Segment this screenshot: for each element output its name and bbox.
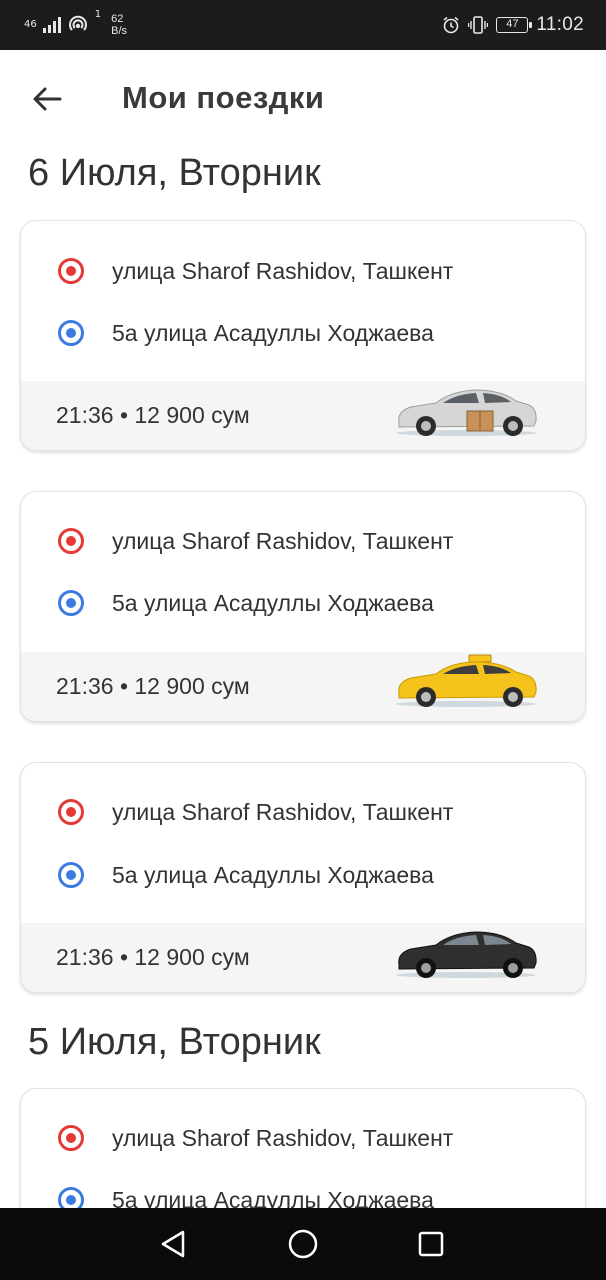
arrow-left-icon [33, 87, 62, 111]
nav-home-button[interactable] [285, 1226, 321, 1262]
signal-sub: 1 [94, 9, 102, 20]
origin-target-icon [58, 258, 84, 284]
yellow-taxi-car-icon [396, 654, 537, 707]
trip-time-price: 21:36 • 12 900 сум [56, 673, 250, 699]
destination-row: 5а улица Асадуллы Ходжаева [21, 855, 585, 895]
destination-address: 5а улица Асадуллы Ходжаева [112, 861, 434, 888]
destination-target-icon [58, 320, 84, 346]
origin-row: улица Sharof Rashidov, Ташкент [21, 1118, 585, 1158]
destination-row: 5а улица Асадуллы Ходжаева [21, 313, 585, 353]
origin-row: улица Sharof Rashidov, Ташкент [21, 792, 585, 832]
trip-footer: 21:36 • 12 900 сум [21, 923, 585, 992]
app-header: Мои поездки [0, 50, 606, 150]
status-bar-right: 47 11:02 [442, 8, 584, 42]
page-title: Мои поездки [122, 80, 325, 115]
trip-card[interactable]: улица Sharof Rashidov, Ташкент 5а улица … [20, 762, 586, 993]
origin-target-icon [58, 528, 84, 554]
system-nav-bar [0, 1208, 606, 1280]
wifi-hotspot-icon [68, 15, 87, 31]
destination-target-icon [58, 590, 84, 616]
nav-home-icon [288, 1229, 318, 1259]
cell-signal-icon [42, 17, 61, 33]
vibrate-icon [468, 16, 489, 34]
status-bar: 46 1 62 B/s 47 11:02 [0, 0, 606, 50]
status-bar-left: 46 1 62 B/s [24, 8, 127, 42]
silver-delivery-car-icon [396, 389, 537, 436]
origin-address: улица Sharof Rashidov, Ташкент [112, 798, 454, 825]
back-button[interactable] [26, 78, 68, 120]
trip-time-price: 21:36 • 12 900 сум [56, 944, 250, 970]
trip-time-price: 21:36 • 12 900 сум [56, 402, 250, 428]
speed-value: 62 [111, 13, 124, 25]
origin-row: улица Sharof Rashidov, Ташкент [21, 251, 585, 291]
destination-address: 5а улица Асадуллы Ходжаева [112, 589, 434, 616]
trip-card[interactable]: улица Sharof Rashidov, Ташкент 5а улица … [20, 491, 586, 722]
origin-target-icon [58, 799, 84, 825]
network-type: 46 [24, 19, 37, 30]
battery-icon: 47 [496, 17, 533, 33]
origin-address: улица Sharof Rashidov, Ташкент [112, 1124, 454, 1151]
origin-address: улица Sharof Rashidov, Ташкент [112, 257, 454, 284]
trip-card[interactable]: улица Sharof Rashidov, Ташкент 5а улица … [20, 220, 586, 451]
network-speed: 62 B/s [111, 13, 127, 37]
speed-unit: B/s [111, 25, 128, 37]
destination-target-icon [58, 862, 84, 888]
origin-address: улица Sharof Rashidov, Ташкент [112, 527, 454, 554]
nav-back-button[interactable] [155, 1226, 191, 1262]
origin-row: улица Sharof Rashidov, Ташкент [21, 521, 585, 561]
destination-address: 5а улица Асадуллы Ходжаева [112, 319, 434, 346]
destination-row: 5а улица Асадуллы Ходжаева [21, 583, 585, 623]
trip-footer: 21:36 • 12 900 сум [21, 652, 585, 721]
nav-back-icon [161, 1230, 185, 1258]
battery-level: 47 [506, 18, 519, 30]
trip-footer: 21:36 • 12 900 сум [21, 381, 585, 450]
nav-recents-icon [418, 1231, 444, 1257]
date-heading: 6 Июля, Вторник [28, 152, 321, 194]
black-car-icon [396, 931, 537, 978]
clock: 11:02 [536, 14, 584, 35]
origin-target-icon [58, 1125, 84, 1151]
alarm-icon [443, 16, 459, 34]
nav-recents-button[interactable] [413, 1226, 449, 1262]
date-heading: 5 Июля, Вторник [28, 1021, 321, 1063]
